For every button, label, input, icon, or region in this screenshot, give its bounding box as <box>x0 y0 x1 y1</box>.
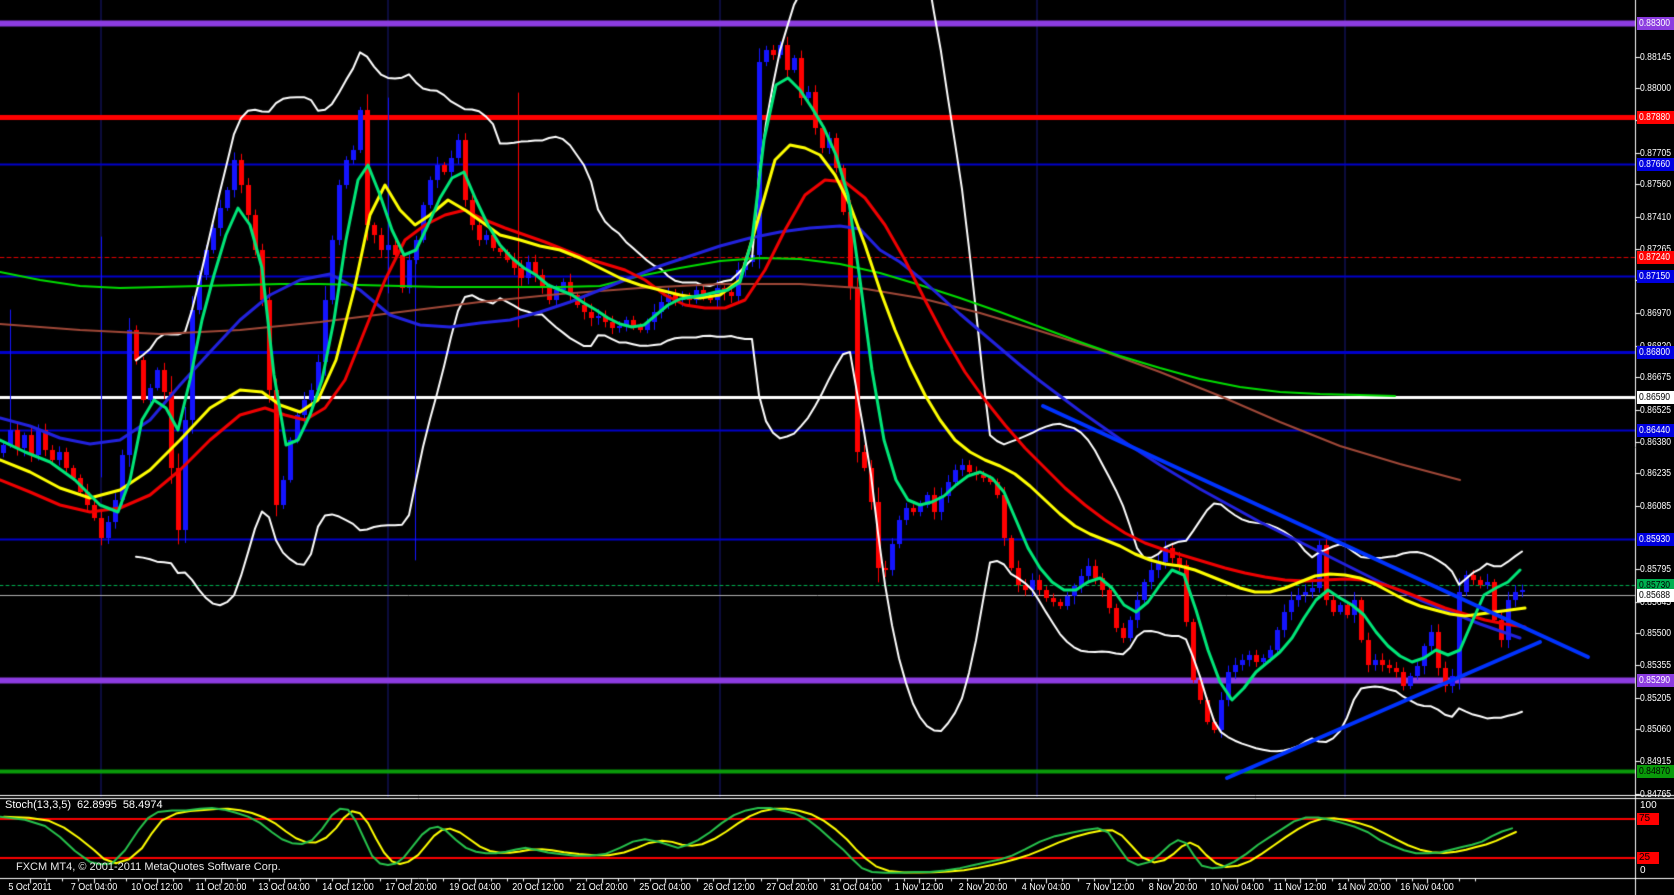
chart-window: Stoch(13,3,5) 62.8995 58.4974 FXCM MT4, © … <box>0 0 1674 895</box>
price-level-badge: 0.85688 <box>1637 589 1674 602</box>
time-axis-label: 7 Nov 12:00 <box>1085 882 1135 893</box>
time-axis-label: 1 Nov 12:00 <box>894 882 944 893</box>
time-axis-label: 11 Nov 12:00 <box>1273 882 1327 893</box>
stoch-d-value: 58.4974 <box>122 799 163 811</box>
price-tick-label: 0.85500 <box>1640 628 1672 639</box>
price-tick-label: 0.86970 <box>1640 308 1672 319</box>
price-tick-label: 0.88145 <box>1640 52 1672 63</box>
time-axis-label: 10 Nov 04:00 <box>1210 882 1264 893</box>
stoch-k-value: 62.8995 <box>77 799 117 811</box>
time-axis-label: 13 Oct 04:00 <box>258 882 310 893</box>
price-tick-label: 0.85355 <box>1640 660 1672 671</box>
time-axis-label: 5 Oct 2011 <box>8 882 52 893</box>
price-level-badge: 0.87240 <box>1637 251 1674 264</box>
stoch-level-badge: 25 <box>1637 852 1659 864</box>
stoch-name: Stoch(13,3,5) <box>5 799 72 811</box>
chart-canvas[interactable] <box>0 0 1674 895</box>
price-tick-label: 0.86675 <box>1640 372 1672 383</box>
time-axis-label: 14 Nov 20:00 <box>1337 882 1391 893</box>
price-level-badge: 0.86440 <box>1637 424 1674 437</box>
price-level-badge: 0.86590 <box>1637 391 1674 404</box>
price-level-badge: 0.84870 <box>1637 765 1674 778</box>
time-axis[interactable]: 5 Oct 2011 7 Oct 04:00 10 Oct 12:00 11 Oct … <box>0 879 1674 895</box>
time-axis-label: 4 Nov 04:00 <box>1021 882 1071 893</box>
time-axis-label: 16 Nov 04:00 <box>1400 882 1454 893</box>
time-axis-label: 19 Oct 04:00 <box>449 882 501 893</box>
stoch-indicator-label: Stoch(13,3,5) 62.8995 58.4974 <box>5 799 169 811</box>
price-tick-label: 0.88000 <box>1640 83 1672 94</box>
time-axis-label: 31 Oct 04:00 <box>830 882 882 893</box>
time-axis-label: 14 Oct 12:00 <box>322 882 374 893</box>
stoch-scale-label: 0 <box>1640 865 1646 876</box>
time-axis-label: 21 Oct 20:00 <box>576 882 628 893</box>
price-level-badge: 0.85290 <box>1637 674 1674 687</box>
price-level-badge: 0.85930 <box>1637 533 1674 546</box>
time-axis-label: 25 Oct 04:00 <box>639 882 691 893</box>
time-axis-label: 17 Oct 20:00 <box>385 882 437 893</box>
price-tick-label: 0.86380 <box>1640 437 1672 448</box>
time-axis-label: 10 Oct 12:00 <box>131 882 183 893</box>
price-axis[interactable]: 0.881450.880000.878550.877050.875600.874… <box>1636 0 1674 895</box>
price-tick-label: 0.86085 <box>1640 501 1672 512</box>
time-axis-label: 11 Oct 20:00 <box>195 882 247 893</box>
time-axis-label: 26 Oct 12:00 <box>703 882 755 893</box>
price-tick-label: 0.85795 <box>1640 564 1672 575</box>
price-tick-label: 0.85205 <box>1640 693 1672 704</box>
price-tick-label: 0.86525 <box>1640 405 1672 416</box>
price-level-badge: 0.87150 <box>1637 270 1674 283</box>
stoch-scale-label: 100 <box>1640 800 1657 811</box>
price-tick-label: 0.87410 <box>1640 212 1672 223</box>
time-axis-label: 27 Oct 20:00 <box>766 882 818 893</box>
time-axis-label: 7 Oct 04:00 <box>70 882 118 893</box>
price-level-badge: 0.88300 <box>1637 17 1674 30</box>
time-axis-label: 2 Nov 20:00 <box>958 882 1008 893</box>
stoch-level-badge: 75 <box>1637 813 1659 825</box>
price-tick-label: 0.86235 <box>1640 468 1672 479</box>
copyright-text: FXCM MT4, © 2001-2011 MetaQuotes Softwar… <box>16 861 281 873</box>
price-tick-label: 0.85060 <box>1640 724 1672 735</box>
time-axis-label: 8 Nov 20:00 <box>1148 882 1198 893</box>
price-level-badge: 0.86800 <box>1637 346 1674 359</box>
price-level-badge: 0.87880 <box>1637 111 1674 124</box>
price-level-badge: 0.87660 <box>1637 158 1674 171</box>
price-tick-label: 0.87560 <box>1640 179 1672 190</box>
time-axis-label: 20 Oct 12:00 <box>512 882 564 893</box>
